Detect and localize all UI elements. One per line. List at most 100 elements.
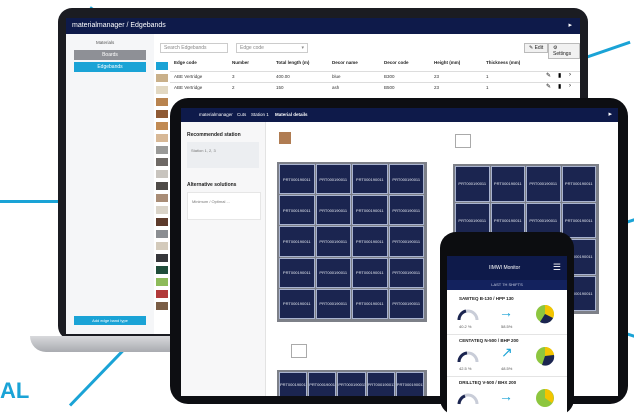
sidebar-item-label: Boards — [102, 52, 118, 58]
board-thumbnail[interactable] — [455, 134, 471, 148]
nesting-part[interactable]: PRT000190011 — [455, 166, 490, 202]
nesting-part[interactable]: PRT000190011 — [279, 372, 308, 396]
machine-card[interactable]: DRILLTEQ V-500 / BHX 200 → — [447, 378, 567, 415]
machine-stat: 40.2 % — [459, 324, 472, 329]
table-cell: 23 — [434, 85, 440, 90]
nesting-part[interactable]: PRT000190011 — [279, 164, 315, 195]
nesting-part[interactable]: PRT000190011 — [315, 226, 351, 257]
nesting-part[interactable]: PRT000190011 — [315, 164, 351, 195]
table-cell: 23 — [434, 74, 440, 79]
machine-card[interactable]: CENTATEQ N-500 / BHP 200 42.5 % ↗ 48.5% — [447, 336, 567, 377]
column-header: Total length (m) — [276, 60, 310, 65]
sidebar-item-boards[interactable]: Boards — [74, 50, 146, 60]
nesting-part[interactable]: PRT000190011 — [526, 166, 561, 202]
pencil-icon[interactable]: ✎ — [546, 83, 551, 90]
nesting-part[interactable]: PRT000190011 — [279, 195, 315, 226]
nesting-part[interactable]: PRT000190011 — [395, 372, 424, 396]
swatch-column — [156, 62, 168, 334]
swatch — [156, 110, 168, 118]
swatch — [156, 62, 168, 70]
machine-card[interactable]: SAWTEQ B-130 / HPP 130 40.2 % → 58.5% — [447, 294, 567, 335]
swatch — [156, 74, 168, 82]
search-input[interactable]: Search Edgebands — [160, 43, 228, 53]
machine-name: CENTATEQ N-500 / BHP 200 — [459, 338, 519, 343]
board-thumbnail[interactable] — [279, 132, 291, 144]
panel-subtitle: Station 1, 2, 3 — [191, 148, 216, 153]
pie-chart-icon — [536, 305, 554, 324]
sidebar-item-edgebands[interactable]: Edgebands — [74, 62, 146, 72]
hamburger-menu-icon[interactable]: ☰ — [553, 262, 561, 273]
nesting-part[interactable]: PRT000190011 — [366, 372, 395, 396]
arrow-up-right-icon: ↗ — [501, 344, 513, 360]
nesting-part[interactable]: PRT000190011 — [315, 257, 351, 288]
breadcrumb-item[interactable]: Cuts — [237, 112, 246, 117]
swatch — [156, 98, 168, 106]
nesting-part[interactable]: PRT000190011 — [388, 288, 424, 319]
edit-button[interactable]: ✎ Edit — [524, 43, 549, 53]
nesting-part[interactable]: PRT000190011 — [337, 372, 366, 396]
logout-icon[interactable]: ▸ — [568, 21, 572, 29]
nesting-part[interactable]: PRT000190011 — [388, 164, 424, 195]
nesting-part[interactable]: PRT000190011 — [279, 226, 315, 257]
table-cell: B500 — [384, 85, 395, 90]
nesting-part[interactable]: PRT000190011 — [561, 202, 596, 238]
nesting-part[interactable]: PRT000190011 — [315, 288, 351, 319]
swatch — [156, 230, 168, 238]
swatch — [156, 266, 168, 274]
phone-title: IIMWI Monitor — [489, 265, 521, 271]
nesting-part[interactable]: PRT000190011 — [388, 195, 424, 226]
panel-title: Recommended station — [187, 132, 241, 138]
tablet-navbar: materialmanager Cuts Station 1 Material … — [181, 108, 618, 122]
swatch — [156, 134, 168, 142]
machine-stat: 58.5% — [501, 324, 513, 329]
nesting-part[interactable]: PRT000190011 — [352, 257, 388, 288]
breadcrumb-item[interactable]: materialmanager — [199, 112, 233, 117]
pie-chart-icon — [536, 346, 555, 366]
chevron-right-icon[interactable]: › — [569, 72, 571, 78]
pencil-icon: ✎ — [529, 45, 534, 51]
breadcrumb-item: Material details — [275, 112, 308, 117]
nesting-part[interactable]: PRT000190011 — [561, 166, 596, 202]
nesting-part[interactable]: PRT000190011 — [315, 195, 351, 226]
settings-button[interactable]: ⚙ Settings — [548, 43, 580, 59]
table-cell: blue — [332, 74, 341, 79]
nesting-part[interactable]: PRT000190011 — [308, 372, 337, 396]
panel-subtitle: Minimum / Optimal ... — [192, 199, 230, 204]
pencil-icon[interactable]: ✎ — [546, 72, 551, 79]
board-thumbnail[interactable] — [291, 344, 307, 358]
arrow-right-icon: → — [499, 304, 513, 320]
nesting-layout[interactable]: PRT000190011 PRT000190011 PRT000190011 PRT0… — [277, 370, 427, 396]
recommended-box: Station 1, 2, 3 — [187, 142, 259, 168]
table-row[interactable]: ABE Vertridge 3 400.00 blue B300 23 1 ✎ … — [170, 71, 580, 82]
breadcrumb-item[interactable]: Station 1 — [251, 112, 269, 117]
nesting-part[interactable]: PRT000190011 — [388, 226, 424, 257]
gauge-icon — [457, 309, 479, 321]
nesting-part[interactable]: PRT000190011 — [352, 288, 388, 319]
swatch — [156, 122, 168, 130]
table-cell: 1 — [486, 85, 489, 90]
nesting-part[interactable]: PRT000190011 — [352, 164, 388, 195]
add-edge-band-button[interactable]: Add edge band type — [74, 316, 146, 325]
swatch — [156, 278, 168, 286]
chevron-right-icon[interactable]: › — [569, 83, 571, 89]
laptop-nav-title: materialmanager / Edgebands — [72, 22, 166, 29]
phone-header: IIMWI Monitor ☰ — [447, 256, 567, 280]
edge-code-select[interactable]: Edge code ▾ — [236, 43, 308, 53]
tablet-left-panel: Recommended station Station 1, 2, 3 Alte… — [181, 122, 266, 396]
nesting-part[interactable]: PRT000190011 — [279, 257, 315, 288]
nesting-part[interactable]: PRT000190011 — [352, 195, 388, 226]
nesting-part[interactable]: PRT000190011 — [388, 257, 424, 288]
table-row[interactable]: ABE Vertridge 2 150 ash B500 23 1 ✎ ▮ › — [170, 82, 580, 93]
search-placeholder: Search Edgebands — [164, 45, 207, 51]
trash-icon[interactable]: ▮ — [558, 72, 561, 79]
trash-icon[interactable]: ▮ — [558, 83, 561, 90]
nesting-part[interactable]: PRT000190011 — [279, 288, 315, 319]
nesting-part[interactable]: PRT000190011 — [490, 166, 525, 202]
nesting-part[interactable]: PRT000190011 — [352, 226, 388, 257]
table-cell: 150 — [276, 85, 284, 90]
machine-name: SAWTEQ B-130 / HPP 130 — [459, 296, 514, 301]
logout-icon[interactable]: ▸ — [608, 110, 612, 118]
column-header: Number — [232, 60, 250, 65]
arrow-right-icon: → — [499, 388, 513, 404]
nesting-layout[interactable]: PRT000190011 PRT000190011 PRT000190011 PRT0… — [277, 162, 427, 322]
